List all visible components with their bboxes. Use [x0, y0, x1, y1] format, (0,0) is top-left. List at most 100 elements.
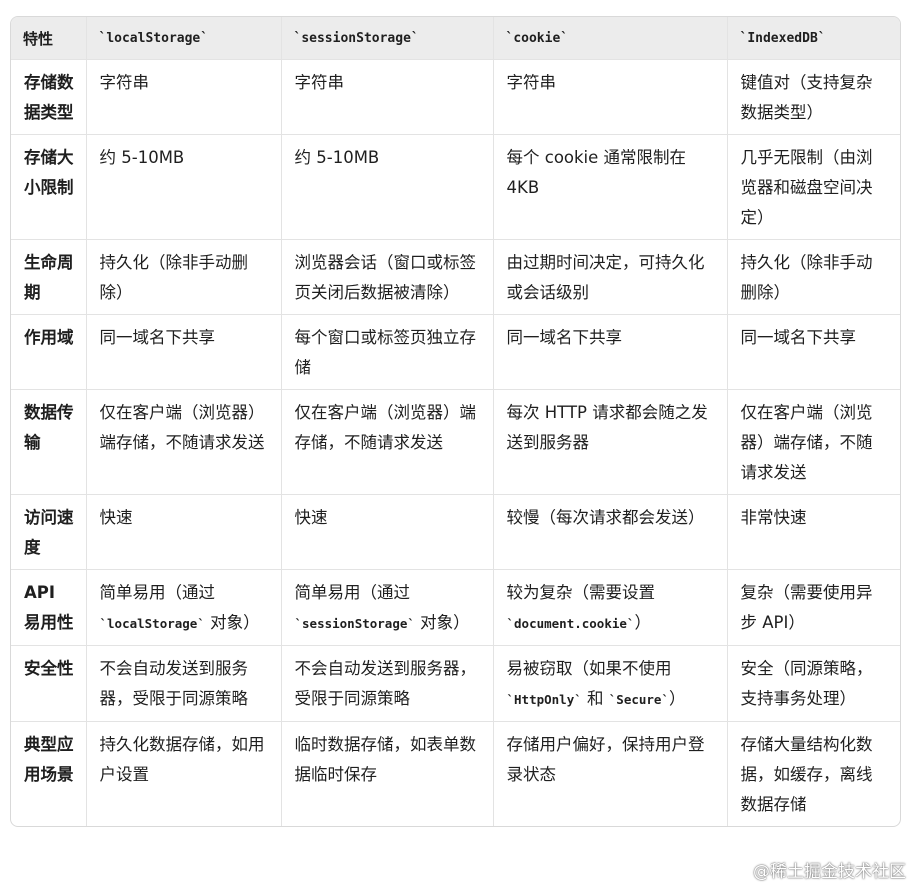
cell-text: 非常快速	[740, 508, 807, 527]
header-sessionstorage: `sessionStorage`	[281, 17, 494, 60]
inline-code: `localStorage`	[99, 616, 205, 631]
table-cell: 不会自动发送到服务器，受限于同源策略	[281, 645, 494, 722]
table-cell: 同一域名下共享	[86, 314, 282, 390]
row-feature-label: 访问速度	[11, 494, 87, 570]
table-row: 生命周期 持久化（除非手动删除） 浏览器会话（窗口或标签页关闭后数据被清除） 由过期时…	[11, 239, 900, 315]
table-row: 存储数据类型 字符串 字符串 字符串 键值对（支持复杂数据类型）	[11, 59, 900, 135]
row-feature-label: 存储大小限制	[11, 134, 87, 240]
header-row: 特性 `localStorage` `sessionStorage` `cook…	[11, 17, 900, 60]
cell-text: 存储大量结构化数据，如缓存，离线数据存储	[740, 735, 873, 814]
header-localstorage: `localStorage`	[86, 17, 282, 60]
table-cell: 持久化（除非手动删除）	[86, 239, 282, 315]
table-cell: 字符串	[493, 59, 728, 135]
cell-text: 仅在客户端（浏览器）端存储，不随请求发送	[294, 403, 477, 452]
table-cell: 每个 cookie 通常限制在 4KB	[493, 134, 728, 240]
cell-text: 不会自动发送到服务器，受限于同源策略	[99, 659, 249, 708]
cell-text: 持久化数据存储，如用户设置	[99, 735, 265, 784]
cell-text: 快速	[99, 508, 133, 527]
row-feature-label: 数据传输	[11, 389, 87, 495]
row-feature-label: 生命周期	[11, 239, 87, 315]
table-cell: 键值对（支持复杂数据类型）	[727, 59, 900, 135]
cell-text: 约 5-10MB	[294, 148, 380, 167]
cell-text: 同一域名下共享	[99, 328, 216, 347]
cell-text: 约 5-10MB	[99, 148, 185, 167]
table-cell: 持久化数据存储，如用户设置	[86, 721, 282, 826]
table-cell: 较慢（每次请求都会发送）	[493, 494, 728, 570]
table-cell: 安全（同源策略，支持事务处理）	[727, 645, 900, 722]
cell-text: 字符串	[99, 73, 150, 92]
comparison-table-container: 特性 `localStorage` `sessionStorage` `cook…	[10, 16, 901, 827]
table-row: API 易用性 简单易用（通过 `localStorage` 对象） 简单易用（通过…	[11, 569, 900, 646]
table-row: 典型应用场景 持久化数据存储，如用户设置 临时数据存储，如表单数据临时保存 存储用户偏…	[11, 721, 900, 826]
row-feature-label: 典型应用场景	[11, 721, 87, 826]
inline-code: `sessionStorage`	[294, 616, 415, 631]
table-cell: 浏览器会话（窗口或标签页关闭后数据被清除）	[281, 239, 494, 315]
table-cell: 持久化（除非手动删除）	[727, 239, 900, 315]
inline-code: `document.cookie`	[506, 616, 635, 631]
cell-text: 浏览器会话（窗口或标签页关闭后数据被清除）	[294, 253, 477, 302]
header-cookie: `cookie`	[493, 17, 728, 60]
table-row: 作用域 同一域名下共享 每个窗口或标签页独立存储 同一域名下共享 同一域名下共享	[11, 314, 900, 390]
table-row: 访问速度 快速 快速 较慢（每次请求都会发送） 非常快速	[11, 494, 900, 570]
cell-text: 几乎无限制（由浏览器和磁盘空间决定）	[740, 148, 873, 227]
table-cell: 非常快速	[727, 494, 900, 570]
cell-text: 同一域名下共享	[506, 328, 623, 347]
table-cell: 快速	[86, 494, 282, 570]
watermark: @稀土掘金技术社区	[753, 862, 906, 882]
cell-text: ）	[668, 689, 686, 708]
cell-text: 不会自动发送到服务器，受限于同源策略	[294, 659, 477, 708]
row-feature-label: 安全性	[11, 645, 87, 722]
cell-text: 每个 cookie 通常限制在 4KB	[506, 148, 687, 197]
inline-code: `Secure`	[608, 692, 669, 707]
cell-text: 仅在客户端（浏览器）端存储，不随请求发送	[740, 403, 873, 482]
cell-text: 简单易用（通过	[294, 583, 411, 602]
table-cell: 简单易用（通过 `sessionStorage` 对象）	[281, 569, 494, 646]
table-cell: 同一域名下共享	[727, 314, 900, 390]
cell-text: 存储用户偏好，保持用户登录状态	[506, 735, 705, 784]
table-header: 特性 `localStorage` `sessionStorage` `cook…	[11, 17, 900, 60]
cell-text: 持久化（除非手动删除）	[99, 253, 249, 302]
table-row: 存储大小限制约 5-10MB 约 5-10MB 每个 cookie 通常限制在 4K…	[11, 134, 900, 240]
table-cell: 易被窃取（如果不使用 `HttpOnly` 和 `Secure`）	[493, 645, 728, 722]
cell-text: 同一域名下共享	[740, 328, 857, 347]
cell-text: 安全（同源策略，支持事务处理）	[740, 659, 873, 708]
cell-text: 临时数据存储，如表单数据临时保存	[294, 735, 477, 784]
table-cell: 字符串	[281, 59, 494, 135]
cell-text: 对象）	[414, 613, 470, 632]
cell-text: 字符串	[294, 73, 345, 92]
cell-text: 仅在客户端（浏览器）端存储，不随请求发送	[99, 403, 265, 452]
cell-text: 对象）	[204, 613, 260, 632]
cell-text: 持久化（除非手动删除）	[740, 253, 873, 302]
table-cell: 简单易用（通过 `localStorage` 对象）	[86, 569, 282, 646]
cell-text: 复杂（需要使用异步 API）	[740, 583, 873, 632]
row-feature-label: 作用域	[11, 314, 87, 390]
table-cell: 不会自动发送到服务器，受限于同源策略	[86, 645, 282, 722]
table-cell: 临时数据存储，如表单数据临时保存	[281, 721, 494, 826]
cell-text: 快速	[294, 508, 328, 527]
table-row: 安全性 不会自动发送到服务器，受限于同源策略 不会自动发送到服务器，受限于同源策略易…	[11, 645, 900, 722]
cell-text: 和	[581, 689, 609, 708]
row-feature-label: 存储数据类型	[11, 59, 87, 135]
table-cell: 由过期时间决定，可持久化或会话级别	[493, 239, 728, 315]
table-cell: 约 5-10MB	[86, 134, 282, 240]
table-cell: 仅在客户端（浏览器）端存储，不随请求发送	[86, 389, 282, 495]
table-cell: 存储用户偏好，保持用户登录状态	[493, 721, 728, 826]
table-cell: 每个窗口或标签页独立存储	[281, 314, 494, 390]
table-cell: 每次 HTTP 请求都会随之发送到服务器	[493, 389, 728, 495]
table-cell: 复杂（需要使用异步 API）	[727, 569, 900, 646]
cell-text: 简单易用（通过	[99, 583, 216, 602]
header-feature: 特性	[11, 17, 87, 60]
cell-text: 较慢（每次请求都会发送）	[506, 508, 705, 527]
table-cell: 仅在客户端（浏览器）端存储，不随请求发送	[727, 389, 900, 495]
table-cell: 仅在客户端（浏览器）端存储，不随请求发送	[281, 389, 494, 495]
table-cell: 快速	[281, 494, 494, 570]
cell-text: 由过期时间决定，可持久化或会话级别	[506, 253, 705, 302]
cell-text: 易被窃取（如果不使用	[506, 659, 672, 678]
table-row: 数据传输 仅在客户端（浏览器）端存储，不随请求发送 仅在客户端（浏览器）端存储，不随…	[11, 389, 900, 495]
table-cell: 几乎无限制（由浏览器和磁盘空间决定）	[727, 134, 900, 240]
table-cell: 字符串	[86, 59, 282, 135]
table-cell: 约 5-10MB	[281, 134, 494, 240]
cell-text: 每个窗口或标签页独立存储	[294, 328, 477, 377]
cell-text: 每次 HTTP 请求都会随之发送到服务器	[506, 403, 708, 452]
table-body: 存储数据类型 字符串 字符串 字符串 键值对（支持复杂数据类型） 存储大小限制约 5-10…	[11, 59, 900, 826]
